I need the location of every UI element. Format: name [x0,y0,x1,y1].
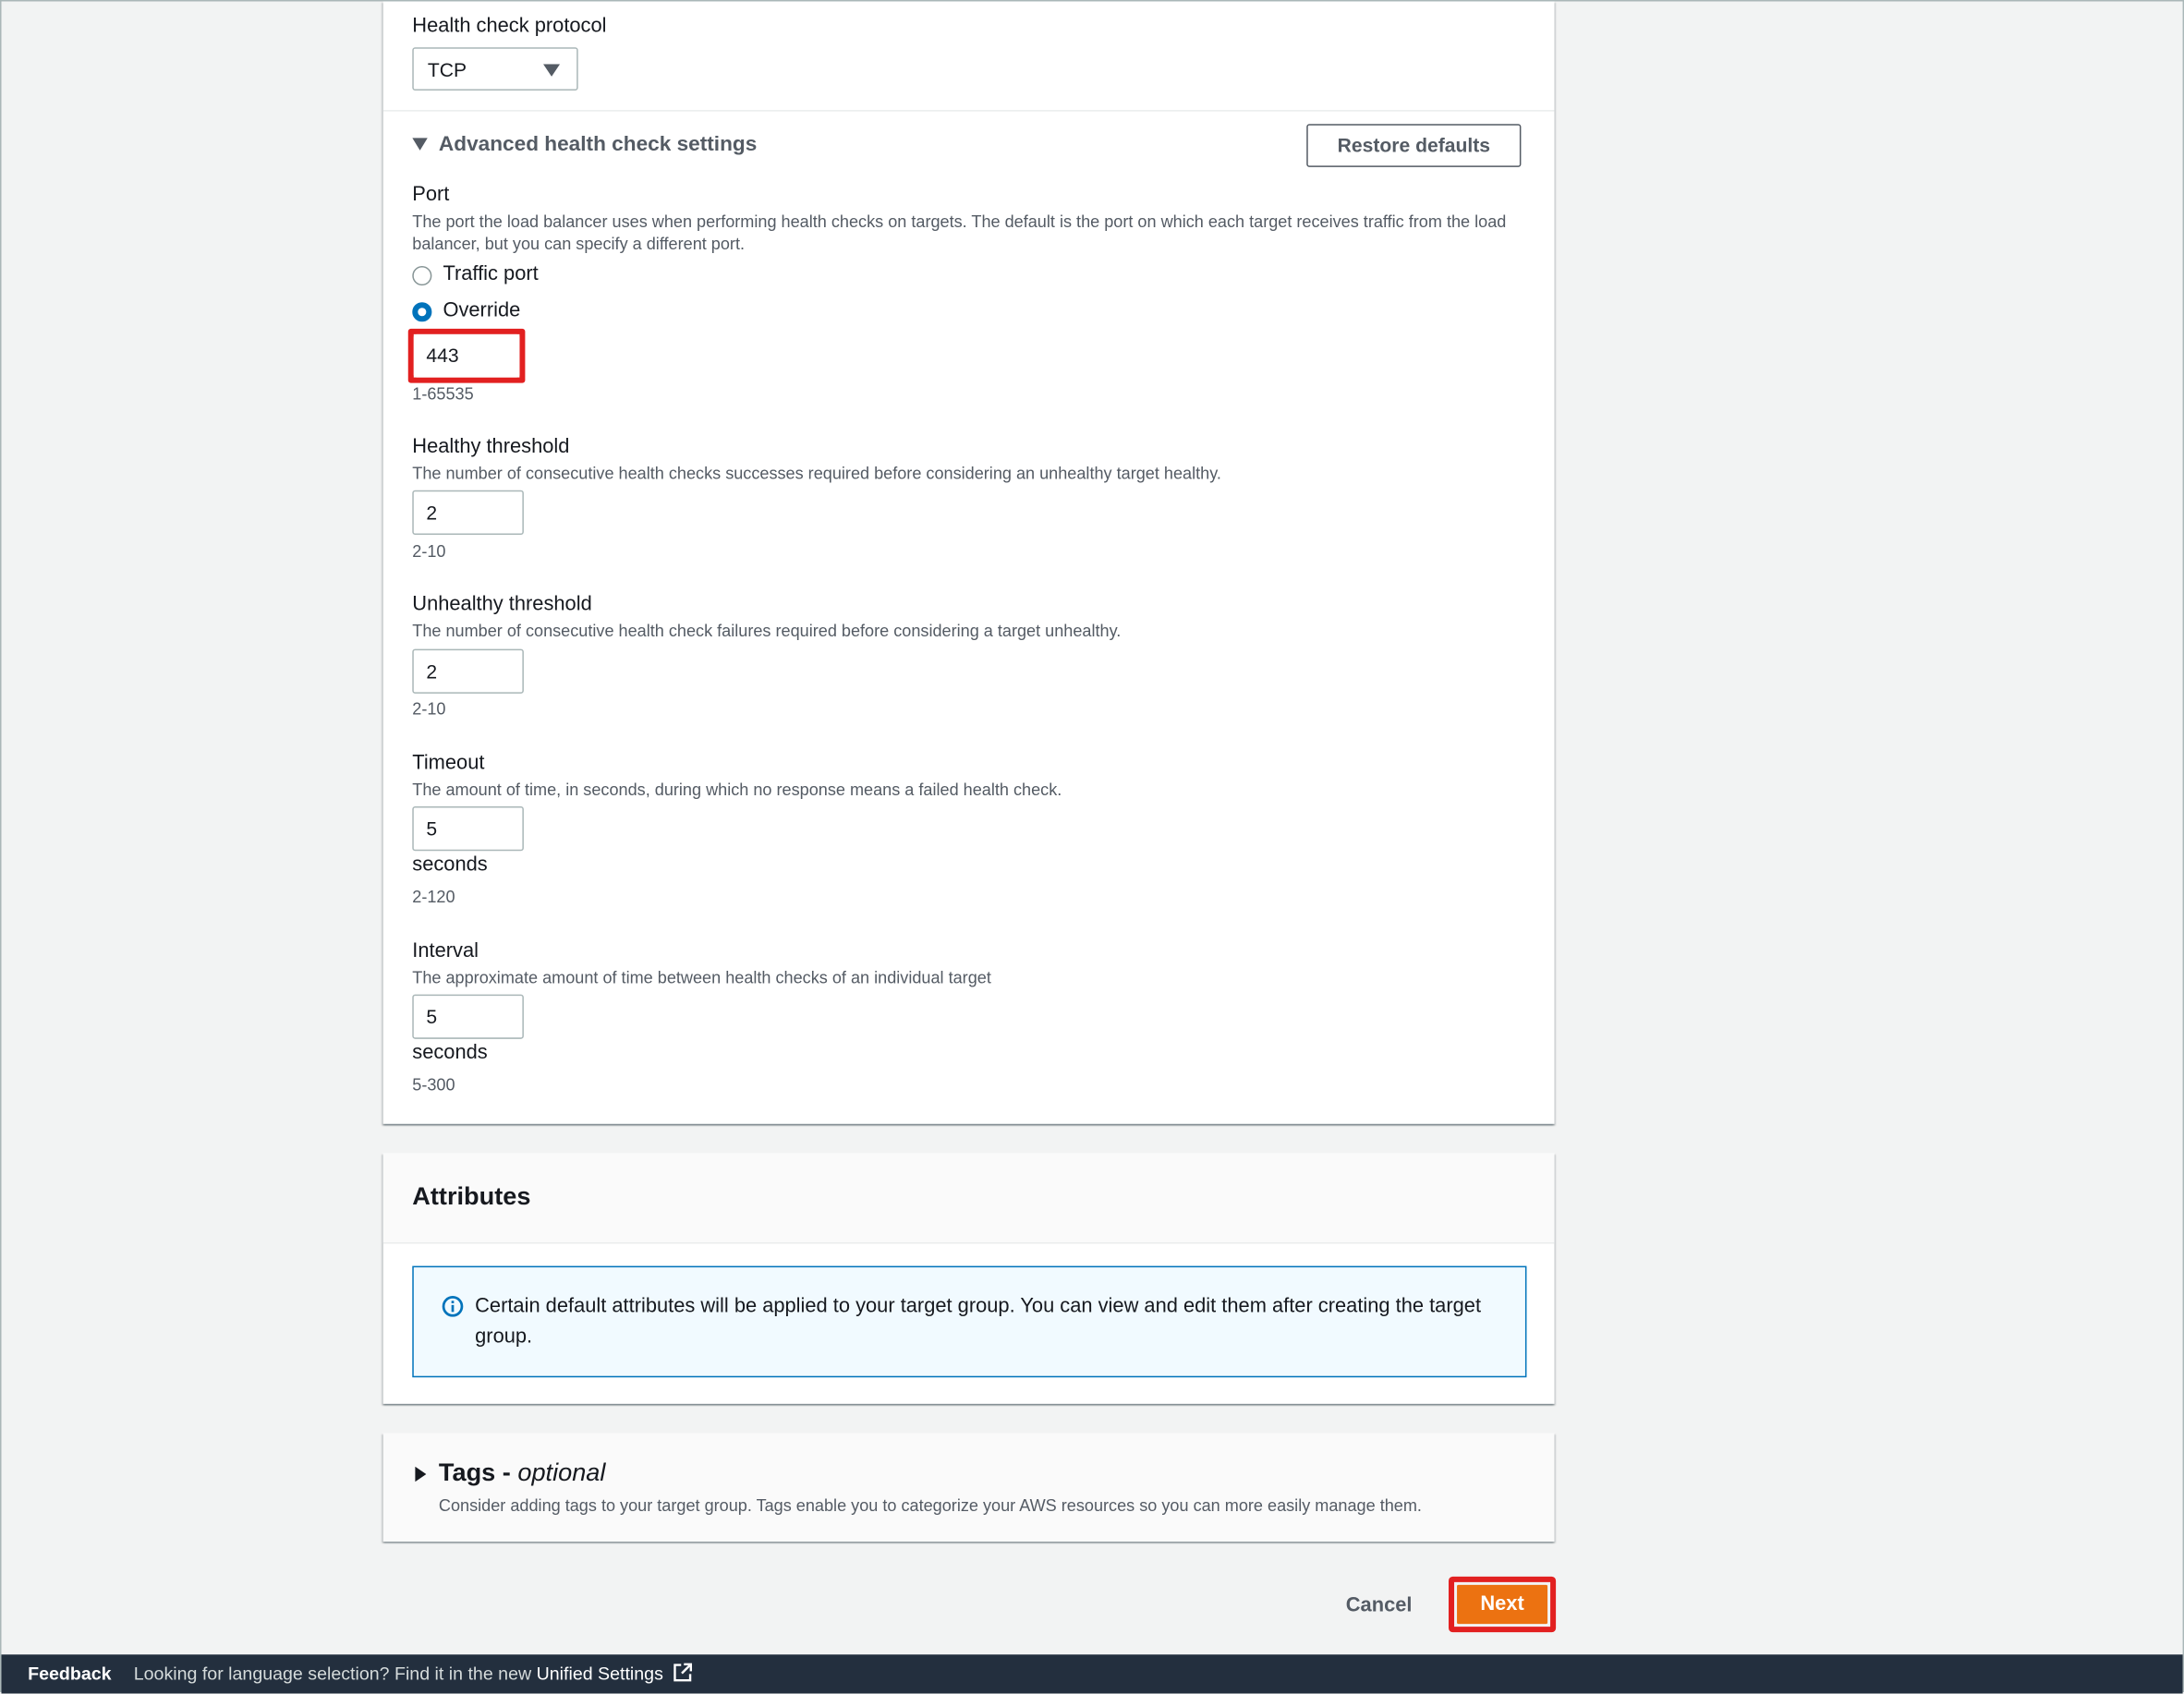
cancel-button[interactable]: Cancel [1329,1583,1429,1627]
healthy-threshold-hint: 2-10 [412,541,446,562]
interval-unit: seconds [412,1041,488,1064]
restore-defaults-button[interactable]: Restore defaults [1306,124,1522,167]
unhealthy-threshold-description: The number of consecutive health check f… [412,621,1122,641]
next-button[interactable]: Next [1457,1584,1548,1625]
unhealthy-threshold-hint: 2-10 [412,698,446,720]
unified-settings-link[interactable]: Unified Settings [537,1663,663,1684]
interval-hint: 5-300 [412,1075,455,1095]
attributes-header [382,1153,1555,1244]
healthy-threshold-label: Healthy threshold [412,435,570,459]
timeout-label: Timeout [412,752,485,775]
tags-title-text: Tags - [438,1458,518,1486]
caret-right-icon [415,1466,427,1482]
protocol-select[interactable]: TCP [412,47,578,91]
timeout-unit: seconds [412,853,488,877]
tags-panel: Tags - optional Consider adding tags to … [382,1433,1555,1543]
attributes-panel: Attributes Certain default attributes wi… [382,1153,1555,1404]
port-description: The port the load balancer uses when per… [412,212,1507,254]
tags-toggle[interactable]: Tags - optional [412,1458,635,1492]
feedback-link[interactable]: Feedback [28,1663,111,1684]
interval-input[interactable]: 5 [412,994,524,1039]
external-link-icon [673,1663,692,1682]
language-notice: Looking for language selection? Find it … [134,1663,692,1684]
attributes-info-alert: Certain default attributes will be appli… [412,1265,1527,1378]
traffic-port-radio[interactable] [412,265,432,286]
page: Health check protocol TCP Advanced healt… [0,0,2184,1694]
caret-down-icon [543,64,561,77]
protocol-select-value: TCP [427,58,467,81]
port-override-input[interactable]: 443 [413,333,520,378]
interval-label: Interval [412,939,479,962]
footer-bar: Feedback Looking for language selection?… [1,1654,2183,1694]
override-label[interactable]: Override [443,299,520,321]
health-check-panel: Health check protocol TCP Advanced healt… [382,1,1555,1124]
tags-description: Consider adding tags to your target grou… [438,1495,1422,1516]
language-notice-text: Looking for language selection? Find it … [133,1663,537,1684]
protocol-label: Health check protocol [412,15,607,38]
port-label: Port [412,184,450,207]
healthy-threshold-input[interactable]: 2 [412,490,524,535]
timeout-description: The amount of time, in seconds, during w… [412,780,1062,800]
attributes-info-text: Certain default attributes will be appli… [475,1295,1482,1349]
interval-description: The approximate amount of time between h… [412,967,991,988]
advanced-settings-toggle[interactable]: Advanced health check settings [412,132,774,160]
unhealthy-threshold-label: Unhealthy threshold [412,593,592,616]
advanced-settings-title: Advanced health check settings [438,132,758,156]
timeout-input[interactable]: 5 [412,806,524,852]
attributes-title: Attributes [412,1182,531,1211]
port-hint: 1-65535 [412,384,474,405]
tags-title-optional: optional [517,1458,606,1486]
timeout-hint: 2-120 [412,887,455,907]
tags-title: Tags - optional [439,1458,606,1488]
traffic-port-label[interactable]: Traffic port [443,263,538,285]
override-radio[interactable] [412,302,432,322]
divider [382,110,1555,112]
unhealthy-threshold-input[interactable]: 2 [412,648,524,694]
healthy-threshold-description: The number of consecutive health checks … [412,464,1221,484]
caret-down-icon [412,138,428,151]
info-icon [442,1296,464,1317]
